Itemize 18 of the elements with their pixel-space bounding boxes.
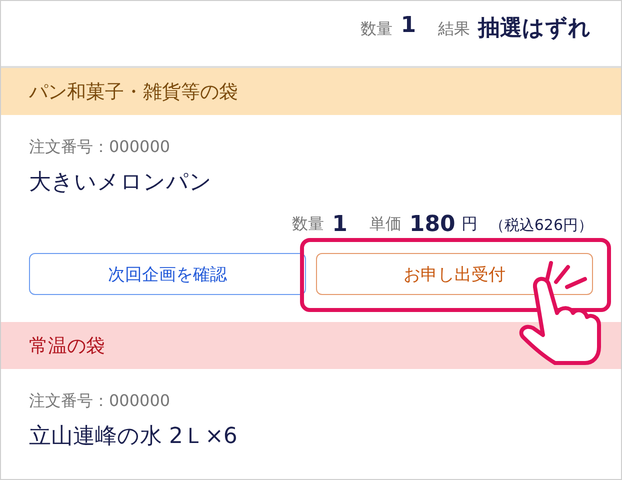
product-name: 大きいメロンパン: [29, 170, 213, 196]
order-number: 注文番号：000000: [29, 137, 172, 158]
currency-unit: 円: [461, 214, 478, 235]
section-header: パン和菓子・雑貨等の袋: [1, 68, 621, 115]
section-header: 常温の袋: [1, 322, 621, 369]
tax-included-price: （税込626円）: [489, 216, 593, 236]
quantity-value: 1: [400, 13, 416, 38]
quantity-value: 1: [332, 212, 348, 237]
request-button[interactable]: お申し出受付: [316, 253, 593, 295]
quantity-label: 数量: [292, 214, 324, 235]
order-number: 注文番号：000000: [29, 391, 172, 412]
product-name: 立山連峰の水 2Ｌ×6: [29, 424, 238, 450]
quantity-label: 数量: [360, 18, 393, 40]
unit-price-label: 単価: [369, 214, 402, 235]
next-plan-button[interactable]: 次回企画を確認: [29, 253, 306, 295]
result-value: 抽選はずれ: [478, 15, 591, 43]
result-label: 結果: [438, 18, 470, 40]
price-value: 180: [409, 212, 456, 237]
